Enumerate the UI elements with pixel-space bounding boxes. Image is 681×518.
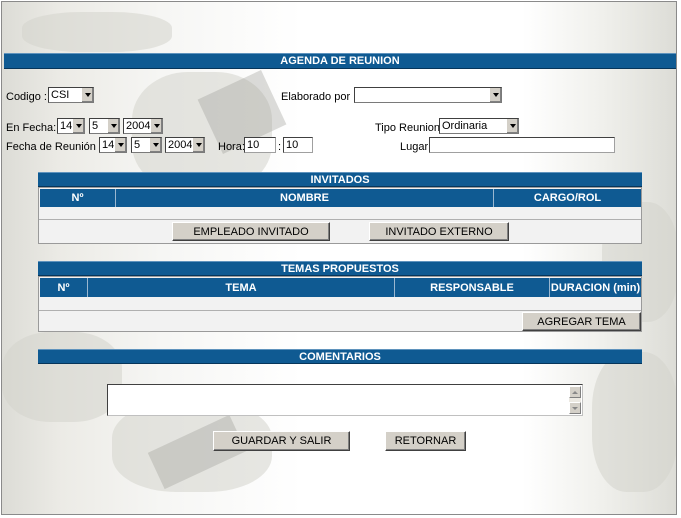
- comentarios-title: COMENTARIOS: [38, 349, 642, 364]
- elaborado-label: Elaborado por :: [281, 91, 357, 103]
- divider: [39, 219, 641, 220]
- guardar-y-salir-button[interactable]: GUARDAR Y SALIR: [213, 431, 350, 451]
- chevron-down-icon: [506, 119, 518, 133]
- hora-label: Hora:: [218, 141, 245, 153]
- page-frame: AGENDA DE REUNION Codigo : CSI Elaborado…: [1, 1, 677, 515]
- temas-panel: Nº TEMA RESPONSABLE DURACION (min) AGREG…: [38, 276, 642, 332]
- fecha-reunion-label: Fecha de Reunión :: [6, 141, 103, 153]
- background-image: [592, 352, 676, 492]
- invitados-col-nombre: NOMBRE: [116, 189, 494, 207]
- temas-col-responsable: RESPONSABLE: [395, 278, 550, 297]
- tipo-reunion-label: Tipo Reunion:: [375, 122, 444, 134]
- chevron-down-icon: [150, 119, 162, 133]
- hora-hours-input[interactable]: [244, 137, 276, 153]
- page-title: AGENDA DE REUNION: [4, 53, 676, 69]
- en-fecha-label: En Fecha:: [6, 122, 57, 134]
- temas-col-tema: TEMA: [88, 278, 395, 297]
- scroll-up-icon[interactable]: [569, 386, 581, 398]
- hora-separator: :: [278, 141, 282, 153]
- comentarios-textarea[interactable]: [107, 384, 583, 416]
- chevron-down-icon: [114, 138, 126, 152]
- background-image: [2, 332, 122, 422]
- chevron-down-icon: [489, 88, 501, 102]
- invitado-externo-button[interactable]: INVITADO EXTERNO: [369, 222, 509, 241]
- en-fecha-year-select[interactable]: 2004: [123, 118, 163, 134]
- retornar-button[interactable]: RETORNAR: [385, 431, 466, 451]
- scroll-down-icon[interactable]: [569, 402, 581, 414]
- invitados-col-num: Nº: [40, 189, 116, 207]
- tipo-reunion-select[interactable]: Ordinaria: [439, 118, 519, 134]
- lugar-input[interactable]: [429, 137, 615, 153]
- scrollbar[interactable]: [569, 386, 581, 414]
- lugar-label: Lugar:: [400, 141, 432, 153]
- invitados-col-cargo: CARGO/ROL: [494, 189, 641, 207]
- divider: [39, 310, 641, 311]
- temas-col-num: Nº: [40, 278, 88, 297]
- en-fecha-month-select[interactable]: 5: [89, 118, 120, 134]
- fecha-reunion-day-select[interactable]: 14: [99, 137, 127, 153]
- elaborado-select[interactable]: [354, 87, 502, 103]
- invitados-panel: Nº NOMBRE CARGO/ROL EMPLEADO INVITADO IN…: [38, 187, 642, 244]
- fecha-reunion-month-select[interactable]: 5: [131, 137, 162, 153]
- agregar-tema-button[interactable]: AGREGAR TEMA: [522, 312, 641, 331]
- background-image: [22, 12, 172, 52]
- en-fecha-day-select[interactable]: 14: [57, 118, 85, 134]
- empleado-invitado-button[interactable]: EMPLEADO INVITADO: [172, 222, 330, 241]
- fecha-reunion-year-select[interactable]: 2004: [165, 137, 205, 153]
- hora-minutes-input[interactable]: [283, 137, 313, 153]
- invitados-title: INVITADOS: [38, 172, 642, 187]
- chevron-down-icon: [107, 119, 119, 133]
- chevron-down-icon: [72, 119, 84, 133]
- chevron-down-icon: [192, 138, 204, 152]
- temas-title: TEMAS PROPUESTOS: [38, 261, 642, 276]
- chevron-down-icon: [81, 88, 93, 102]
- temas-col-duracion: DURACION (min): [550, 278, 641, 297]
- codigo-label: Codigo :: [6, 91, 47, 103]
- chevron-down-icon: [149, 138, 161, 152]
- codigo-select[interactable]: CSI: [48, 87, 94, 103]
